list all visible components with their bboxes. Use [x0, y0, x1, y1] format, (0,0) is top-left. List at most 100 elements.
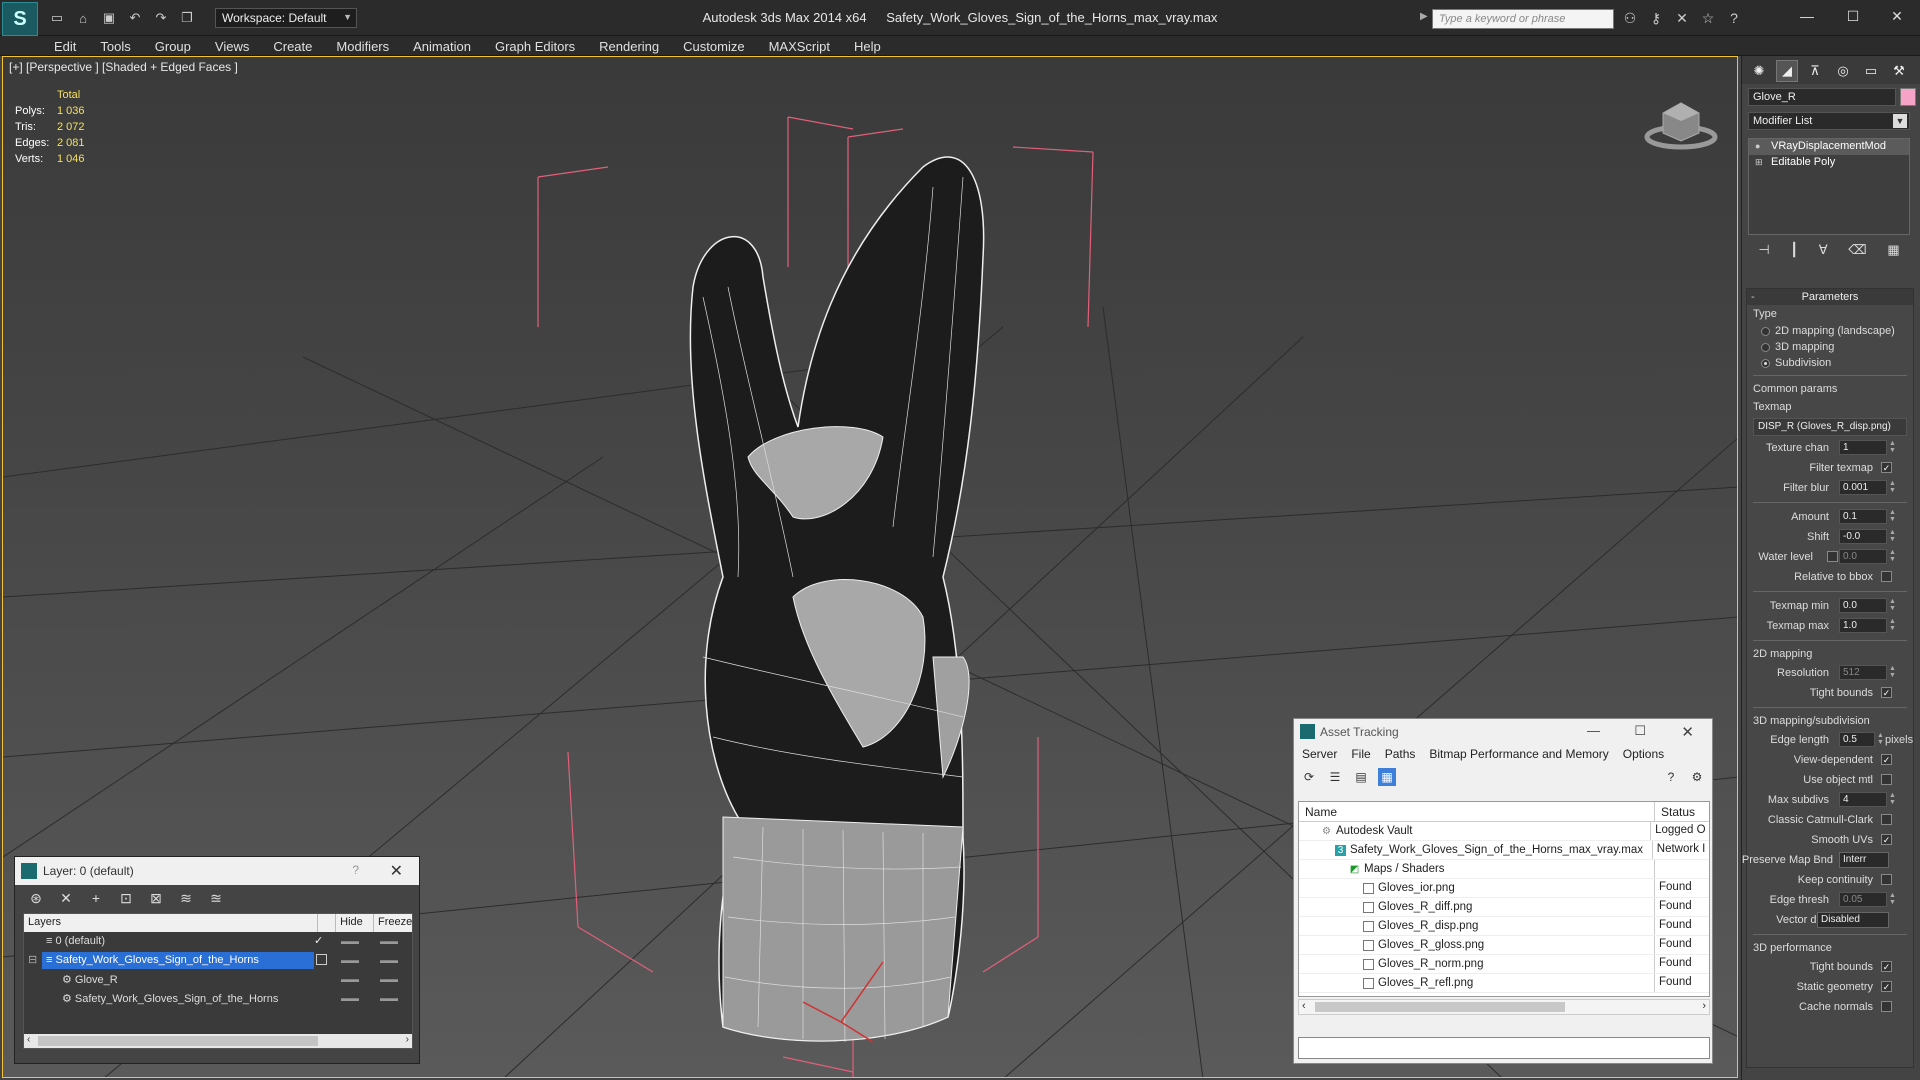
maximize-icon[interactable]: ☐ — [1634, 723, 1646, 739]
add-to-layer-icon[interactable]: + — [85, 889, 107, 907]
keep-continuity-checkbox[interactable] — [1881, 874, 1892, 885]
plus-icon[interactable]: ⊞ — [1755, 157, 1765, 167]
radio-subdivision[interactable]: Subdivision — [1747, 355, 1913, 371]
freeze-toggle[interactable]: ▬▬ — [380, 955, 398, 965]
view-dependent-checkbox[interactable]: ✓ — [1881, 754, 1892, 765]
spinner-arrows-icon[interactable]: ▲ ▼ — [1889, 792, 1896, 806]
tight-bounds-checkbox[interactable]: ✓ — [1881, 687, 1892, 698]
hide-toggle[interactable]: ▬▬ — [341, 993, 359, 1003]
stack-item-vraydisplacement[interactable]: ● VRayDisplacementMod — [1749, 139, 1909, 155]
col-name[interactable]: Name — [1299, 802, 1655, 821]
texmap-button[interactable]: DISP_R (Gloves_R_disp.png) — [1753, 418, 1907, 436]
app-logo-icon[interactable]: S — [2, 2, 38, 36]
texmap-max-spinner[interactable]: 1.0 — [1839, 618, 1887, 633]
scroll-left-icon[interactable]: ‹ — [27, 1034, 30, 1045]
radio-2d-mapping[interactable]: 2D mapping (landscape) — [1747, 323, 1913, 339]
new-file-icon[interactable]: ▭ — [46, 7, 68, 29]
search-expand-icon[interactable]: ▶ — [1420, 11, 1428, 22]
redo-icon[interactable]: ↷ — [150, 7, 172, 29]
workspace-dropdown[interactable]: Workspace: Default ▼ — [215, 8, 357, 28]
viewcube-icon[interactable] — [1641, 91, 1721, 151]
close-icon[interactable]: ✕ — [390, 861, 403, 881]
list-view-icon[interactable]: ☰ — [1326, 768, 1344, 786]
open-file-icon[interactable]: ⌂ — [72, 7, 94, 29]
show-end-result-icon[interactable]: ┃ — [1790, 242, 1798, 258]
water-level-spinner[interactable]: 0.0 — [1839, 549, 1887, 564]
close-button[interactable]: ✕ — [1874, 0, 1920, 32]
table-view-icon[interactable]: ▦ — [1378, 768, 1396, 786]
catmull-checkbox[interactable] — [1881, 814, 1892, 825]
menu-animation[interactable]: Animation — [401, 36, 483, 55]
modifier-list-dropdown[interactable]: Modifier List ▼ — [1748, 112, 1910, 130]
modify-tab-icon[interactable]: ◢ — [1776, 60, 1798, 82]
smooth-uvs-checkbox[interactable]: ✓ — [1881, 834, 1892, 845]
col-status[interactable]: Status — [1655, 802, 1701, 821]
menu-file[interactable]: File — [1351, 747, 1370, 763]
asset-row[interactable]: Gloves_R_diff.png Found — [1299, 898, 1709, 917]
spinner-arrows-icon[interactable]: ▲ ▼ — [1889, 892, 1896, 906]
spinner-arrows-icon[interactable]: ▲ ▼ — [1889, 598, 1896, 612]
menu-edit[interactable]: Edit — [42, 36, 88, 55]
col-hide[interactable]: Hide — [336, 914, 374, 932]
close-icon[interactable]: ✕ — [1681, 723, 1694, 741]
create-layer-icon[interactable]: ⊛ — [25, 889, 47, 907]
undo-icon[interactable]: ↶ — [124, 7, 146, 29]
water-level-checkbox[interactable] — [1827, 551, 1838, 562]
radio-3d-mapping[interactable]: 3D mapping — [1747, 339, 1913, 355]
texture-chan-spinner[interactable]: 1 — [1839, 440, 1887, 455]
help-icon[interactable]: ? — [1662, 768, 1680, 786]
spinner-arrows-icon[interactable]: ▲ ▼ — [1877, 732, 1884, 746]
menu-help[interactable]: Help — [842, 36, 893, 55]
star-icon[interactable]: ☆ — [1698, 8, 1718, 28]
menu-group[interactable]: Group — [143, 36, 203, 55]
highlight-layer-icon[interactable]: ⊠ — [145, 889, 167, 907]
display-tab-icon[interactable]: ▭ — [1860, 60, 1882, 82]
menu-graph-editors[interactable]: Graph Editors — [483, 36, 587, 55]
maximize-button[interactable]: ☐ — [1830, 0, 1876, 32]
menu-bitmap-performance[interactable]: Bitmap Performance and Memory — [1429, 747, 1608, 763]
asset-row[interactable]: Gloves_R_gloss.png Found — [1299, 936, 1709, 955]
menu-tools[interactable]: Tools — [88, 36, 142, 55]
spinner-arrows-icon[interactable]: ▲ ▼ — [1889, 665, 1896, 679]
select-objects-icon[interactable]: ⊡ — [115, 889, 137, 907]
remove-modifier-icon[interactable]: ⌫ — [1848, 242, 1866, 258]
layer-window-titlebar[interactable]: Layer: 0 (default) ? ✕ — [15, 857, 419, 885]
asset-row[interactable]: ⚙ Autodesk Vault Logged O — [1299, 822, 1709, 841]
menu-modifiers[interactable]: Modifiers — [324, 36, 401, 55]
scroll-thumb[interactable] — [38, 1036, 318, 1046]
spinner-arrows-icon[interactable]: ▲ ▼ — [1889, 480, 1896, 494]
menu-views[interactable]: Views — [203, 36, 261, 55]
horizontal-scrollbar[interactable]: ‹ › — [24, 1034, 412, 1048]
spinner-arrows-icon[interactable]: ▲ ▼ — [1889, 618, 1896, 632]
menu-maxscript[interactable]: MAXScript — [757, 36, 842, 55]
binoculars-icon[interactable]: ⚇ — [1620, 8, 1640, 28]
glove-model[interactable] — [689, 156, 985, 1043]
amount-spinner[interactable]: 0.1 — [1839, 509, 1887, 524]
scroll-left-icon[interactable]: ‹ — [1302, 1000, 1306, 1012]
freeze-toggle[interactable]: ▬▬ — [380, 936, 398, 946]
hide-toggle[interactable]: ▬▬ — [341, 936, 359, 946]
save-icon[interactable]: ▣ — [98, 7, 120, 29]
exchange-icon[interactable]: ✕ — [1672, 8, 1692, 28]
spinner-arrows-icon[interactable]: ▲ ▼ — [1889, 549, 1896, 563]
cache-normals-checkbox[interactable] — [1881, 1001, 1892, 1012]
shift-spinner[interactable]: -0.0 — [1839, 529, 1887, 544]
menu-options[interactable]: Options — [1623, 747, 1664, 763]
pin-stack-icon[interactable]: ⊣ — [1758, 242, 1769, 258]
menu-paths[interactable]: Paths — [1385, 747, 1416, 763]
horizontal-scrollbar[interactable]: ‹ › — [1298, 999, 1710, 1015]
layer-row[interactable]: ≡ 0 (default) ✓ ▬▬ ▬▬ — [24, 932, 412, 951]
max-subdivs-spinner[interactable]: 4 — [1839, 792, 1887, 807]
hide-toggle[interactable]: ▬▬ — [341, 974, 359, 984]
col-freeze[interactable]: Freeze — [374, 914, 412, 932]
asset-row[interactable]: Gloves_ior.png Found — [1299, 879, 1709, 898]
vector-displ-dropdown[interactable]: Disabled — [1817, 912, 1889, 928]
relative-bbox-checkbox[interactable] — [1881, 571, 1892, 582]
edge-length-spinner[interactable]: 0.5 — [1839, 732, 1875, 747]
preserve-map-dropdown[interactable]: Interr — [1839, 852, 1889, 868]
settings-icon[interactable]: ⚙ — [1688, 768, 1706, 786]
static-geometry-checkbox[interactable]: ✓ — [1881, 981, 1892, 992]
object-color-swatch[interactable] — [1900, 88, 1916, 106]
resolution-spinner[interactable]: 512 — [1839, 665, 1887, 680]
texmap-min-spinner[interactable]: 0.0 — [1839, 598, 1887, 613]
